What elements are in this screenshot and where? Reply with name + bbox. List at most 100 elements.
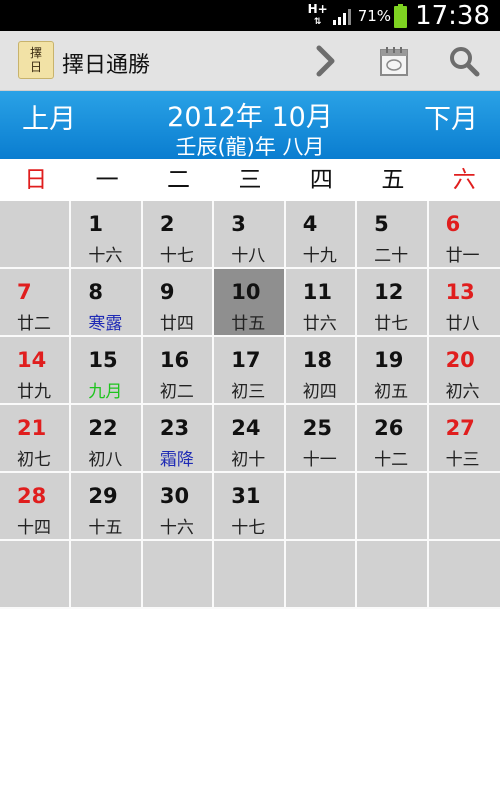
lunar-date: 十七 bbox=[159, 246, 194, 266]
day-number: 20 bbox=[445, 348, 475, 372]
day-number: 28 bbox=[17, 484, 47, 508]
day-cell[interactable]: 1 十六 bbox=[71, 201, 143, 269]
day-number: 2 bbox=[159, 212, 175, 236]
empty-day-cell[interactable] bbox=[357, 473, 429, 541]
empty-day-cell[interactable] bbox=[285, 473, 358, 541]
lunar-date: 廿七 bbox=[374, 314, 409, 334]
empty-day-cell[interactable] bbox=[428, 473, 500, 541]
empty-day-cell[interactable] bbox=[285, 541, 358, 609]
day-number: 25 bbox=[302, 416, 332, 440]
app-icon[interactable]: 擇 日 bbox=[18, 41, 54, 79]
lunar-date: 初七 bbox=[17, 450, 51, 470]
day-number: 6 bbox=[445, 212, 461, 236]
weekday-mon: 一 bbox=[95, 167, 119, 193]
day-cell[interactable]: 23 霜降 bbox=[142, 405, 215, 473]
day-cell[interactable]: 27 十三 bbox=[428, 405, 500, 473]
day-number: 11 bbox=[302, 280, 332, 304]
lunar-date: 初三 bbox=[231, 382, 266, 402]
day-number: 23 bbox=[159, 416, 190, 440]
day-cell[interactable]: 8 寒露 bbox=[71, 269, 143, 337]
lunar-date: 廿四 bbox=[159, 314, 194, 334]
day-number: 18 bbox=[302, 348, 332, 372]
empty-day-cell[interactable] bbox=[142, 541, 215, 609]
weekday-fri: 五 bbox=[381, 167, 405, 193]
day-cell[interactable]: 18 初四 bbox=[285, 337, 358, 405]
weekday-header: 日 一 二 三 四 五 六 bbox=[0, 159, 500, 201]
day-cell[interactable]: 11 廿六 bbox=[285, 269, 358, 337]
lunar-date: 廿二 bbox=[17, 314, 51, 334]
day-number: 9 bbox=[159, 280, 175, 304]
day-number: 16 bbox=[159, 348, 190, 372]
day-cell[interactable]: 13 廿八 bbox=[428, 269, 500, 337]
empty-day-cell[interactable] bbox=[0, 201, 72, 269]
day-cell[interactable]: 16 初二 bbox=[142, 337, 215, 405]
lunar-year-label: 壬辰(龍)年 八月 bbox=[175, 135, 325, 159]
day-cell[interactable]: 7 廿二 bbox=[0, 269, 72, 337]
day-number: 26 bbox=[374, 416, 404, 440]
lunar-date: 十一 bbox=[302, 450, 337, 470]
lunar-date: 廿六 bbox=[302, 314, 337, 334]
empty-day-cell[interactable] bbox=[428, 541, 500, 609]
day-cell[interactable]: 25 十一 bbox=[285, 405, 358, 473]
day-cell[interactable]: 5 二十 bbox=[357, 201, 429, 269]
day-cell[interactable]: 10 廿五 bbox=[214, 269, 286, 337]
day-cell[interactable]: 6 廿一 bbox=[428, 201, 500, 269]
lunar-date: 十三 bbox=[445, 450, 480, 470]
day-number: 1 bbox=[88, 212, 104, 236]
empty-day-cell[interactable] bbox=[0, 541, 72, 609]
day-number: 22 bbox=[88, 416, 118, 440]
day-number: 31 bbox=[231, 484, 261, 508]
empty-day-cell[interactable] bbox=[357, 541, 429, 609]
day-number: 10 bbox=[231, 280, 261, 304]
lunar-date: 二十 bbox=[374, 246, 409, 266]
day-number: 27 bbox=[445, 416, 475, 440]
day-number: 24 bbox=[231, 416, 261, 440]
day-cell[interactable]: 24 初十 bbox=[214, 405, 286, 473]
empty-day-cell[interactable] bbox=[214, 541, 286, 609]
day-cell[interactable]: 2 十七 bbox=[142, 201, 215, 269]
day-cell[interactable]: 9 廿四 bbox=[142, 269, 215, 337]
day-cell[interactable]: 20 初六 bbox=[428, 337, 500, 405]
calendar-button[interactable] bbox=[376, 43, 412, 79]
day-number: 21 bbox=[17, 416, 47, 440]
day-number: 4 bbox=[302, 212, 318, 236]
day-number: 14 bbox=[17, 348, 47, 372]
calendar-icon bbox=[380, 47, 408, 76]
day-number: 12 bbox=[374, 280, 404, 304]
day-cell[interactable]: 3 十八 bbox=[214, 201, 286, 269]
day-cell[interactable]: 14 廿九 bbox=[0, 337, 72, 405]
lunar-date: 廿五 bbox=[231, 314, 266, 334]
empty-day-cell[interactable] bbox=[71, 541, 143, 609]
day-number: 17 bbox=[231, 348, 261, 372]
network-type-indicator: H+ ⇅ bbox=[307, 1, 328, 27]
next-button[interactable] bbox=[307, 43, 343, 79]
weekday-tue: 二 bbox=[167, 167, 191, 193]
day-cell[interactable]: 15 九月 bbox=[71, 337, 143, 405]
day-number: 8 bbox=[88, 280, 104, 304]
month-header: 上月 2012年 10月 下月 壬辰(龍)年 八月 bbox=[0, 91, 500, 159]
day-cell[interactable]: 26 十二 bbox=[357, 405, 429, 473]
day-cell[interactable]: 19 初五 bbox=[357, 337, 429, 405]
day-number: 7 bbox=[17, 280, 32, 304]
lunar-date: 十四 bbox=[17, 518, 51, 538]
next-arrow-icon bbox=[316, 45, 335, 77]
search-icon bbox=[450, 47, 480, 77]
day-cell[interactable]: 22 初八 bbox=[71, 405, 143, 473]
battery-icon bbox=[394, 3, 408, 28]
day-cell[interactable]: 21 初七 bbox=[0, 405, 72, 473]
day-cell[interactable]: 4 十九 bbox=[285, 201, 358, 269]
day-cell[interactable]: 29 十五 bbox=[71, 473, 143, 541]
day-cell[interactable]: 12 廿七 bbox=[357, 269, 429, 337]
lunar-date: 霜降 bbox=[159, 450, 194, 470]
day-cell[interactable]: 30 十六 bbox=[142, 473, 215, 541]
day-cell[interactable]: 28 十四 bbox=[0, 473, 72, 541]
search-button[interactable] bbox=[446, 43, 482, 79]
lunar-date: 九月 bbox=[88, 382, 123, 402]
day-cell[interactable]: 17 初三 bbox=[214, 337, 286, 405]
lunar-date: 初六 bbox=[445, 382, 480, 402]
lunar-date: 廿九 bbox=[17, 382, 51, 402]
lunar-date: 初十 bbox=[231, 450, 266, 470]
day-number: 19 bbox=[374, 348, 404, 372]
status-bar: H+ ⇅ 71% 17:38 bbox=[0, 0, 500, 31]
day-cell[interactable]: 31 十七 bbox=[214, 473, 286, 541]
